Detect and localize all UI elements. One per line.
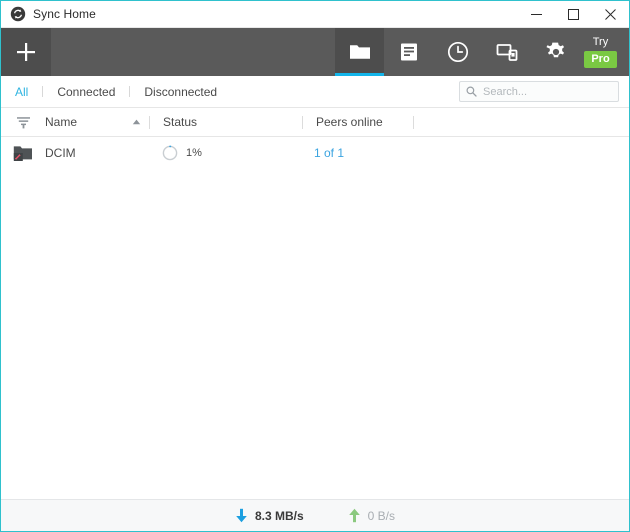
- filter-column-button[interactable]: [1, 115, 45, 130]
- search-icon: [466, 86, 477, 97]
- column-header-status-label: Status: [163, 115, 198, 129]
- tab-transfers[interactable]: [384, 28, 433, 76]
- search-box[interactable]: [459, 81, 619, 102]
- column-header-name-label: Name: [45, 115, 78, 129]
- column-header-status[interactable]: Status: [150, 115, 302, 129]
- try-label: Try: [592, 36, 609, 48]
- table-header: Name Status Peers online: [1, 108, 629, 137]
- filter-connected[interactable]: Connected: [57, 85, 129, 99]
- document-list-icon: [400, 43, 417, 61]
- maximize-icon: [568, 8, 579, 20]
- gear-icon: [545, 42, 564, 58]
- try-pro-button[interactable]: Try Pro: [580, 28, 621, 76]
- status-bar: 8.3 MB/s 0 B/s: [1, 499, 629, 531]
- tab-devices[interactable]: [482, 28, 531, 76]
- folder-sync-icon: [1, 144, 45, 162]
- download-rate: 8.3 MB/s: [235, 508, 304, 523]
- folder-list: DCIM 1% 1 of 1: [1, 137, 629, 499]
- close-icon: [605, 8, 616, 20]
- tab-settings[interactable]: [531, 28, 580, 76]
- row-peers[interactable]: 1 of 1: [301, 146, 411, 160]
- devices-icon: [496, 44, 517, 61]
- minimize-button[interactable]: [518, 1, 555, 28]
- filter-separator: [129, 86, 131, 97]
- tab-folders[interactable]: [335, 28, 384, 76]
- filter-all[interactable]: All: [15, 85, 42, 99]
- sort-ascending-icon: [132, 119, 141, 125]
- upload-rate: 0 B/s: [348, 508, 395, 523]
- toolbar-tabs: [335, 28, 580, 76]
- upload-rate-value: 0 B/s: [367, 508, 396, 523]
- tab-history[interactable]: [433, 28, 482, 76]
- arrow-down-icon: [236, 508, 247, 523]
- plus-icon: [17, 43, 35, 61]
- progress-ring-icon: [162, 145, 178, 161]
- close-button[interactable]: [592, 1, 629, 28]
- filter-separator: [42, 86, 44, 97]
- header-divider: [413, 115, 414, 129]
- window-title: Sync Home: [33, 7, 96, 21]
- sync-circle-icon: [10, 6, 26, 22]
- filter-disconnected[interactable]: Disconnected: [144, 85, 231, 99]
- column-header-peers[interactable]: Peers online: [303, 115, 413, 129]
- folder-icon: [349, 45, 370, 59]
- search-input[interactable]: [483, 85, 612, 98]
- filter-icon: [16, 116, 30, 128]
- add-folder-button[interactable]: [1, 28, 51, 76]
- main-toolbar: Try Pro: [1, 28, 629, 76]
- filter-bar: All Connected Disconnected: [1, 76, 629, 108]
- window-controls: [518, 1, 629, 28]
- row-name: DCIM: [45, 146, 76, 160]
- row-status: 1%: [149, 145, 301, 161]
- maximize-button[interactable]: [555, 1, 592, 28]
- app-window: Sync Home Try Pro All Connected Disconne…: [0, 0, 630, 532]
- table-row[interactable]: DCIM 1% 1 of 1: [1, 137, 629, 169]
- row-status-percent: 1%: [186, 147, 202, 159]
- title-bar: Sync Home: [1, 1, 629, 28]
- arrow-up-icon: [348, 508, 360, 523]
- column-header-peers-label: Peers online: [316, 115, 383, 129]
- clock-icon: [447, 41, 468, 63]
- pro-badge: Pro: [584, 51, 617, 68]
- download-rate-value: 8.3 MB/s: [254, 508, 304, 523]
- minimize-icon: [531, 13, 542, 15]
- column-header-name[interactable]: Name: [45, 115, 149, 129]
